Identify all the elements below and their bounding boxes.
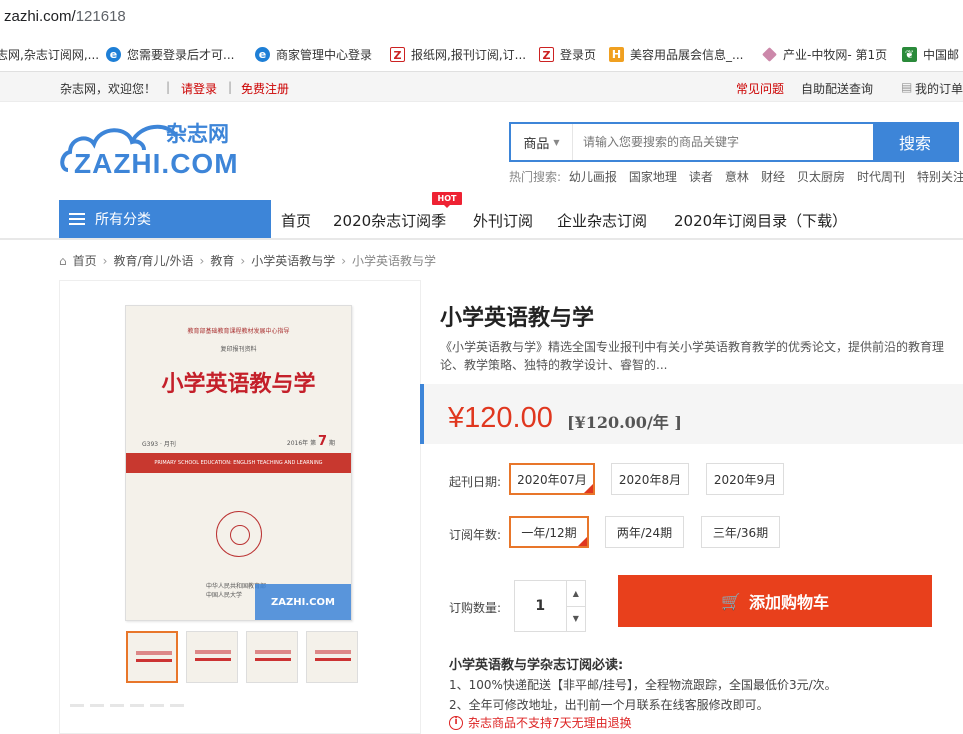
quantity-value[interactable]: 1: [515, 581, 566, 631]
chevron-down-icon: ▼: [553, 137, 560, 147]
thumbnail[interactable]: [186, 631, 238, 683]
magazine-cover-image: 教育部基础教育课程教材发展中心指导 复印报刊资料 小学英语教与学 G393 · …: [125, 305, 352, 621]
h-logo-icon: H: [609, 47, 624, 62]
nav-enterprise[interactable]: 企业杂志订阅: [557, 210, 647, 231]
bookmark-7[interactable]: ❦ 中国邮: [902, 46, 959, 63]
bookmark-2[interactable]: e 商家管理中心登录: [255, 46, 372, 63]
decrement-icon[interactable]: ▼: [566, 605, 585, 632]
cover-title: 小学英语教与学: [161, 371, 316, 397]
breadcrumb-item[interactable]: 首页: [73, 252, 97, 269]
search-category-select[interactable]: 商品 ▼: [511, 124, 573, 160]
faq-link[interactable]: 常见问题: [736, 80, 784, 97]
hot-word[interactable]: 时代周刊: [857, 170, 905, 184]
bookmark-6[interactable]: 产业-中牧网- 第1页: [762, 46, 887, 63]
year-option-selected[interactable]: 一年/12期: [509, 516, 589, 548]
seal-icon: [216, 511, 262, 557]
start-option-selected[interactable]: 2020年07月: [509, 463, 595, 495]
blue-circle-icon: e: [255, 47, 270, 62]
site-logo[interactable]: 杂志网 ZAZHI.COM: [58, 112, 253, 182]
my-orders-link[interactable]: 我的订单: [915, 80, 963, 97]
top-nav: 杂志网，欢迎您！ | 请登录 | 免费注册 常见问题 自助配送查询 ▤ 我的订单: [0, 72, 963, 102]
address-bar[interactable]: zazhi.com/121618: [0, 0, 963, 38]
hot-word[interactable]: 财经: [761, 170, 785, 184]
add-to-cart-button[interactable]: 🛒 添加购物车: [618, 575, 932, 627]
thumbnail[interactable]: [306, 631, 358, 683]
note-item: 1、100%快递配送【非平邮/挂号】，全程物流跟踪，全国最低价3元/次。: [449, 678, 837, 692]
quantity-stepper: 1 ▲ ▼: [514, 580, 586, 632]
year-option[interactable]: 三年/36期: [701, 516, 780, 548]
watermark: ZAZHI.COM: [255, 584, 351, 620]
bookmark-5[interactable]: H 美容用品展会信息_...: [609, 46, 743, 63]
hot-word[interactable]: 国家地理: [629, 170, 677, 184]
bookmark-0[interactable]: 志网,杂志订阅网,...: [0, 46, 99, 63]
year-option[interactable]: 两年/24期: [605, 516, 684, 548]
bookmark-1[interactable]: e 您需要登录后才可...: [106, 46, 234, 63]
hot-badge: HOT: [432, 192, 462, 208]
home-icon: ⌂: [59, 253, 67, 268]
gallery-dots: [70, 704, 184, 707]
start-option[interactable]: 2020年9月: [706, 463, 784, 495]
thumbnail[interactable]: [246, 631, 298, 683]
breadcrumb-item[interactable]: 小学英语教与学: [251, 252, 335, 269]
thumbnail-strip: [126, 631, 358, 683]
leaf-icon: ❦: [902, 47, 917, 62]
thumbnail[interactable]: [126, 631, 178, 683]
document-icon: ▤: [901, 80, 913, 94]
quantity-label: 订购数量:: [449, 601, 502, 615]
hot-searches: 热门搜索: 幼儿画报 国家地理 读者 意林 财经 贝太厨房 时代周刊 特别关注: [509, 168, 963, 185]
start-option[interactable]: 2020年8月: [611, 463, 689, 495]
hot-word[interactable]: 特别关注: [917, 170, 963, 184]
return-policy-warning: i 杂志商品不支持7天无理由退换: [449, 714, 632, 731]
breadcrumb: ⌂ 首页 › 教育/育儿/外语 › 教育 › 小学英语教与学 › 小学英语教与学: [59, 252, 437, 269]
product-title: 小学英语教与学: [440, 306, 595, 331]
bookmarks-bar: 志网,杂志订阅网,... e 您需要登录后才可... e 商家管理中心登录 Z 报纸网…: [0, 38, 963, 72]
login-link[interactable]: 请登录: [181, 80, 217, 97]
cart-icon: 🛒: [721, 591, 741, 611]
z-logo-icon: Z: [390, 47, 405, 62]
welcome-text: 杂志网，欢迎您！: [60, 82, 157, 96]
bookmark-4[interactable]: Z 登录页: [539, 46, 596, 63]
breadcrumb-current: 小学英语教与学: [352, 254, 437, 268]
hot-word[interactable]: 意林: [725, 170, 749, 184]
hot-searches-label: 热门搜索:: [509, 170, 562, 184]
blue-circle-icon: e: [106, 47, 121, 62]
diamond-icon: [762, 47, 777, 62]
menu-icon: [69, 213, 85, 225]
price: ¥120.00: [448, 402, 553, 434]
increment-icon[interactable]: ▲: [567, 581, 585, 606]
nav-subscription-season[interactable]: 2020杂志订阅季: [333, 210, 446, 231]
logo-cn-text: 杂志网: [166, 122, 229, 146]
hot-word[interactable]: 贝太厨房: [797, 170, 845, 184]
main-nav: 所有分类 首页 2020杂志订阅季 HOT 外刊订阅 企业杂志订阅 2020年订…: [0, 192, 963, 240]
auto-query-link[interactable]: 自助配送查询: [801, 80, 873, 97]
years-label: 订阅年数:: [449, 528, 502, 542]
nav-foreign-journals[interactable]: 外刊订阅: [473, 210, 533, 231]
nav-catalog-download[interactable]: 2020年订阅目录（下载）: [674, 210, 847, 231]
info-icon: i: [449, 715, 463, 730]
hot-word[interactable]: 读者: [689, 170, 713, 184]
bookmark-3[interactable]: Z 报纸网,报刊订阅,订...: [390, 46, 526, 63]
product-description: 《小学英语教与学》精选全国专业报刊中有关小学英语教育教学的优秀论文，提供前沿的教…: [440, 340, 945, 372]
url-text[interactable]: zazhi.com/121618: [4, 8, 126, 25]
start-date-label: 起刊日期:: [449, 475, 502, 489]
z-logo-icon: Z: [539, 47, 554, 62]
register-link[interactable]: 免费注册: [241, 80, 289, 97]
search-input[interactable]: [573, 124, 873, 160]
breadcrumb-item[interactable]: 教育/育儿/外语: [113, 252, 193, 269]
notes-title: 小学英语教与学杂志订阅必读:: [449, 658, 624, 673]
search-button[interactable]: 搜索: [873, 124, 957, 160]
logo-en-text: ZAZHI.COM: [74, 148, 239, 179]
search-bar: 商品 ▼ 搜索: [509, 122, 959, 162]
note-item: 2、全年可修改地址，出刊前一个月联系在线客服修改即可。: [449, 698, 769, 712]
hot-word[interactable]: 幼儿画报: [569, 170, 617, 184]
price-per-year: [¥120.00/年 ]: [567, 413, 682, 432]
nav-home[interactable]: 首页: [281, 210, 311, 231]
breadcrumb-item[interactable]: 教育: [210, 252, 234, 269]
all-categories-button[interactable]: 所有分类: [59, 200, 271, 238]
